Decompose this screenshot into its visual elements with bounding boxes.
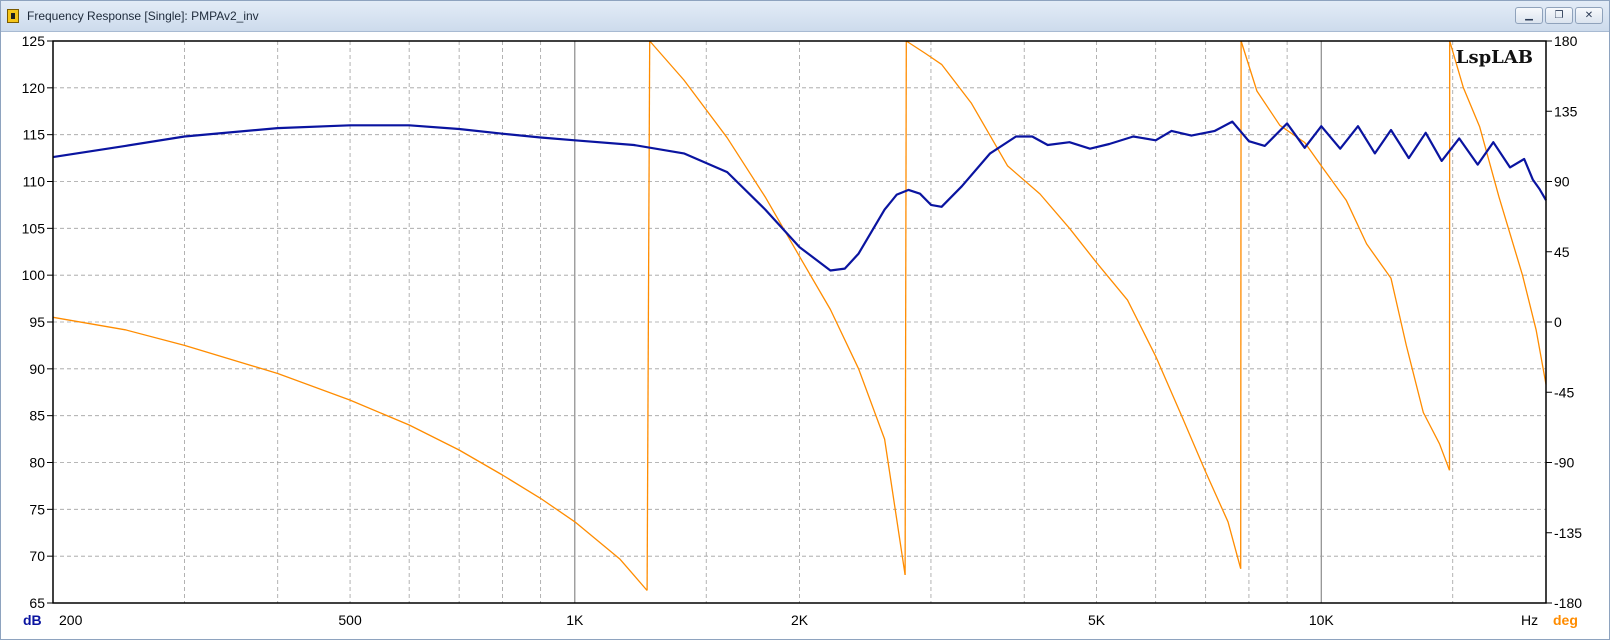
left-tick-label: 65: [29, 595, 45, 611]
maximize-button[interactable]: ❐: [1545, 7, 1573, 24]
window-controls: ▁ ❐ ✕: [1515, 7, 1603, 24]
left-tick-label: 105: [22, 220, 46, 236]
app-icon: [7, 9, 19, 23]
right-tick-label: 180: [1554, 33, 1578, 49]
left-tick-label: 80: [29, 455, 45, 471]
close-icon: ✕: [1584, 10, 1594, 21]
left-tick-label: 90: [29, 361, 45, 377]
frequency-response-window: Frequency Response [Single]: PMPAv2_inv …: [0, 0, 1610, 640]
left-tick-label: 125: [22, 33, 46, 49]
left-tick-label: 115: [23, 127, 46, 143]
frequency-response-chart: 65 70 75 80 85 90 95 100 105 110 115 120 125 -180 -13…: [22, 33, 1583, 628]
left-tick-label: 100: [22, 267, 46, 283]
left-tick-label: 75: [29, 501, 45, 517]
brand-logo: LspLAB: [1456, 47, 1533, 68]
left-tick-label: 85: [29, 408, 45, 424]
right-axis-unit: deg: [1553, 612, 1578, 628]
x-tick-label: 2K: [791, 612, 809, 628]
right-tick-label: -45: [1554, 384, 1574, 400]
right-tick-label: 45: [1554, 244, 1570, 260]
left-tick-label: 95: [29, 314, 45, 330]
x-tick-label: 5K: [1088, 612, 1106, 628]
x-tick-label: 10K: [1309, 612, 1335, 628]
right-tick-label: 0: [1554, 314, 1562, 330]
right-tick-label: -180: [1554, 595, 1582, 611]
left-tick-label: 120: [22, 80, 46, 96]
right-tick-label: -135: [1554, 525, 1582, 541]
x-axis-ticks: 200 500 1K 2K 5K 10K: [59, 612, 1334, 628]
right-tick-label: 135: [1554, 103, 1578, 119]
left-axis-unit: dB: [23, 612, 42, 628]
left-tick-label: 70: [29, 548, 45, 564]
maximize-icon: ❐: [1554, 10, 1564, 21]
x-axis-unit: Hz: [1521, 612, 1538, 628]
x-tick-label: 200: [59, 612, 83, 628]
right-tick-label: -90: [1554, 455, 1574, 471]
minimize-button[interactable]: ▁: [1515, 7, 1543, 24]
left-tick-label: 110: [23, 174, 46, 190]
x-tick-label: 1K: [566, 612, 584, 628]
minimize-icon: ▁: [1525, 10, 1533, 21]
right-tick-label: 90: [1554, 174, 1570, 190]
title-bar[interactable]: Frequency Response [Single]: PMPAv2_inv …: [1, 1, 1609, 32]
right-axis-ticks: -180 -135 -90 -45 0 45 90 135 180: [1546, 33, 1582, 611]
x-tick-label: 500: [338, 612, 362, 628]
window-title: Frequency Response [Single]: PMPAv2_inv: [27, 9, 259, 23]
close-button[interactable]: ✕: [1575, 7, 1603, 24]
left-axis-ticks: 65 70 75 80 85 90 95 100 105 110 115 120 125: [22, 33, 53, 611]
